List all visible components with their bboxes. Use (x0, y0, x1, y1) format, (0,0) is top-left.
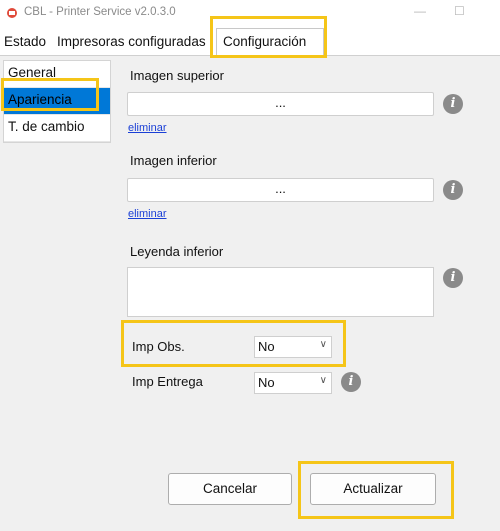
tab-configuracion-label: Configuración (223, 34, 307, 49)
sidebar-list: General Apariencia T. de cambio (3, 60, 111, 143)
chevron-down-icon: ∨ (319, 339, 327, 350)
info-icon[interactable]: i (443, 94, 463, 114)
imp-obs-select[interactable]: No ∨ (254, 336, 332, 358)
app-icon (7, 8, 17, 18)
settings-panel: Imagen superior ... eliminar i Imagen in… (112, 56, 500, 531)
window-title: CBL - Printer Service v2.0.3.0 (24, 6, 176, 18)
sidebar: General Apariencia T. de cambio (0, 56, 112, 531)
sidebar-item-general[interactable]: General (4, 61, 110, 88)
imp-entrega-value: No (258, 375, 275, 390)
cancel-button[interactable]: Cancelar (168, 473, 292, 505)
imagen-superior-browse-button[interactable]: ... (127, 92, 434, 116)
tab-bar: Estado Impresoras configuradas Configura… (0, 26, 500, 56)
maximize-icon[interactable]: ☐ (454, 4, 465, 18)
tab-estado[interactable]: Estado (4, 34, 46, 49)
imp-entrega-select[interactable]: No ∨ (254, 372, 332, 394)
info-icon[interactable]: i (341, 372, 361, 392)
sidebar-item-apariencia[interactable]: Apariencia (4, 88, 110, 115)
info-icon[interactable]: i (443, 268, 463, 288)
leyenda-inferior-label: Leyenda inferior (130, 244, 224, 259)
tab-impresoras-configuradas[interactable]: Impresoras configuradas (57, 34, 206, 49)
info-icon[interactable]: i (443, 180, 463, 200)
update-button[interactable]: Actualizar (310, 473, 436, 505)
minimize-icon[interactable]: — (414, 4, 426, 18)
imagen-inferior-browse-button[interactable]: ... (127, 178, 434, 202)
imp-obs-value: No (258, 339, 275, 354)
tab-configuracion[interactable]: Configuración (216, 28, 324, 56)
chevron-down-icon: ∨ (319, 375, 327, 386)
imagen-inferior-remove-link[interactable]: eliminar (128, 208, 167, 220)
imp-obs-label: Imp Obs. (132, 339, 185, 354)
imagen-superior-label: Imagen superior (130, 68, 224, 83)
title-bar: CBL - Printer Service v2.0.3.0 — ☐ (0, 0, 500, 26)
leyenda-inferior-textarea[interactable] (127, 267, 434, 317)
sidebar-item-tipo-de-cambio[interactable]: T. de cambio (4, 115, 110, 142)
imp-entrega-label: Imp Entrega (132, 374, 203, 389)
imagen-inferior-label: Imagen inferior (130, 153, 217, 168)
imagen-superior-remove-link[interactable]: eliminar (128, 122, 167, 134)
